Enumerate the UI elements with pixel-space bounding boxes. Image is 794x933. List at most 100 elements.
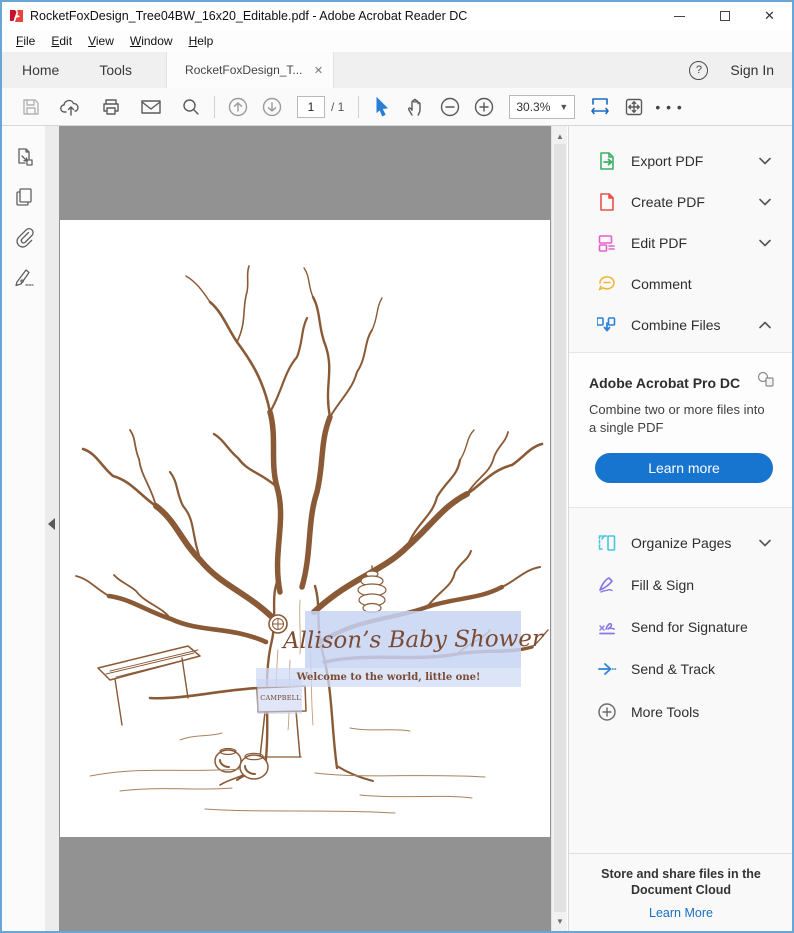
toolbar-separator (358, 95, 360, 118)
fit-width-icon (591, 97, 610, 114)
pages-icon (16, 188, 32, 206)
page-number-input[interactable] (297, 95, 325, 118)
edit-pdf-icon (598, 234, 615, 252)
more-tools-item[interactable]: More Tools (569, 691, 792, 732)
left-panel-collapse-bar[interactable] (45, 126, 59, 931)
search-button[interactable] (174, 92, 208, 122)
zoom-out-button[interactable] (433, 92, 467, 122)
tab-tools[interactable]: Tools (79, 52, 152, 88)
menu-file[interactable]: File (8, 31, 43, 51)
send-track-icon (598, 662, 617, 675)
save-button[interactable] (14, 92, 48, 122)
left-tool-strip (2, 126, 45, 931)
close-icon: ✕ (764, 8, 775, 23)
chevron-down-icon (759, 198, 771, 206)
chevron-down-icon: ▼ (559, 101, 569, 112)
print-button[interactable] (94, 92, 128, 122)
scrollbar-thumb[interactable] (554, 144, 566, 912)
zoom-in-button[interactable] (467, 92, 501, 122)
scrolling-mode-button[interactable] (583, 92, 617, 122)
create-pdf-tool[interactable]: Create PDF (569, 181, 792, 222)
page-export-button[interactable] (13, 146, 35, 168)
tree-illustration (75, 265, 549, 814)
title-form-field[interactable]: Allison’s Baby Shower (283, 611, 543, 668)
send-for-signature-tool[interactable]: Send for Signature (569, 606, 792, 647)
chevron-down-icon (759, 239, 771, 247)
menu-view[interactable]: View (80, 31, 122, 51)
tab-home[interactable]: Home (2, 52, 79, 88)
export-pdf-icon (600, 151, 614, 170)
learn-more-button[interactable]: Learn more (595, 453, 773, 483)
menu-help[interactable]: Help (181, 31, 222, 51)
footer-learn-more-link[interactable]: Learn More (649, 906, 713, 920)
promo-body: Combine two or more files into a single … (589, 402, 765, 435)
more-tools-plus-icon (598, 702, 616, 721)
document-tab-close-icon[interactable]: ✕ (314, 64, 323, 77)
comment-icon (598, 275, 615, 290)
export-pdf-tool[interactable]: Export PDF (569, 140, 792, 181)
zoom-out-icon (441, 97, 460, 116)
acrobat-logo-icon (9, 9, 24, 23)
edit-pdf-tool[interactable]: Edit PDF (569, 222, 792, 263)
menu-edit[interactable]: Edit (43, 31, 80, 51)
fill-sign-tool[interactable]: Fill & Sign (569, 564, 792, 605)
acrobat-window: RocketFoxDesign_Tree04BW_16x20_Editable.… (0, 0, 794, 933)
fountain-pen-icon (15, 269, 34, 287)
minimize-button[interactable] (657, 2, 702, 30)
zoom-level-select[interactable]: 30.3% ▼ (509, 94, 576, 119)
page-thumbnails-button[interactable] (13, 186, 35, 208)
tab-document[interactable]: RocketFoxDesign_T... ✕ (166, 52, 335, 88)
select-tool-button[interactable] (365, 92, 399, 122)
close-button[interactable]: ✕ (747, 2, 792, 30)
combine-files-icon (597, 316, 616, 331)
welcome-subtitle: Welcome to the world, little one! (296, 672, 481, 683)
promo-title: Adobe Acrobat Pro DC (589, 375, 741, 391)
fit-page-icon (626, 98, 643, 115)
next-page-button[interactable] (255, 92, 289, 122)
sign-in-button[interactable]: Sign In (730, 62, 774, 78)
pdf-page[interactable]: Allison’s Baby Shower Welcome to the wor… (60, 220, 550, 837)
document-viewport[interactable]: Allison’s Baby Shower Welcome to the wor… (59, 126, 551, 931)
collapse-left-icon[interactable] (48, 518, 55, 530)
document-cloud-footer: Store and share files in the Document Cl… (569, 853, 792, 931)
previous-page-button[interactable] (221, 92, 255, 122)
email-icon (141, 99, 161, 114)
send-track-tool[interactable]: Send & Track (569, 648, 792, 689)
fill-sign-icon (599, 576, 613, 593)
sign-name-text: CAMPBELL (260, 694, 301, 702)
page-total-label: / 1 (331, 99, 345, 114)
page-up-icon (228, 97, 248, 116)
organize-pages-tool[interactable]: Organize Pages (569, 522, 792, 563)
window-controls: ✕ (657, 2, 792, 30)
chevron-down-icon (759, 157, 771, 165)
zoom-in-icon (475, 97, 494, 116)
scroll-down-icon[interactable]: ▼ (552, 913, 568, 929)
maximize-icon (719, 11, 730, 21)
attachments-button[interactable] (13, 226, 35, 248)
main-toolbar: / 1 30.3% ▼ • • • (2, 88, 792, 126)
fit-page-button[interactable] (617, 92, 651, 122)
footer-message: Store and share files in the Document Cl… (601, 867, 761, 897)
page-down-icon (262, 97, 282, 116)
hand-icon (408, 98, 422, 116)
cloud-upload-icon (60, 99, 79, 116)
email-button[interactable] (134, 92, 168, 122)
baby-shower-title: Allison’s Baby Shower (282, 625, 544, 654)
hand-tool-button[interactable] (399, 92, 433, 122)
signatures-button[interactable] (13, 266, 35, 288)
create-pdf-icon (600, 192, 614, 211)
paperclip-icon (16, 227, 34, 248)
main-area: Allison’s Baby Shower Welcome to the wor… (2, 126, 792, 931)
cloud-upload-button[interactable] (54, 92, 88, 122)
title-bar: RocketFoxDesign_Tree04BW_16x20_Editable.… (2, 2, 792, 30)
scroll-up-icon[interactable]: ▲ (552, 128, 568, 144)
help-icon[interactable]: ? (689, 60, 709, 80)
tab-bar: Home Tools RocketFoxDesign_T... ✕ ? Sign… (2, 52, 792, 88)
comment-tool[interactable]: Comment (569, 263, 792, 304)
more-tools-icon[interactable]: • • • (655, 99, 682, 115)
combine-files-tool[interactable]: Combine Files (569, 304, 792, 345)
maximize-button[interactable] (702, 2, 747, 30)
vertical-scrollbar[interactable]: ▲ ▼ (551, 126, 567, 931)
menu-window[interactable]: Window (122, 31, 181, 51)
toolbar-separator (214, 95, 215, 118)
